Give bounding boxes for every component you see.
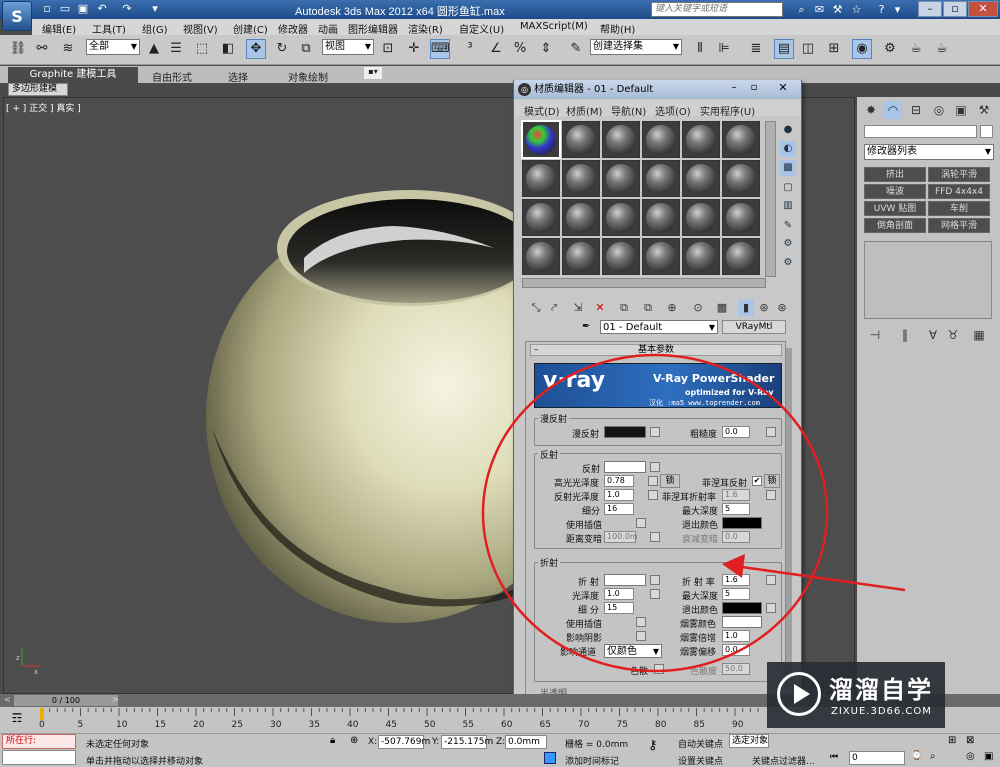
ruler-tick-label: 35 xyxy=(309,720,320,730)
x-coord-field[interactable]: -507.769m xyxy=(378,735,430,749)
ruler-tick-label: 70 xyxy=(578,720,590,730)
ruler-tick-label: 90 xyxy=(732,720,744,730)
annotation-arrow-head xyxy=(722,554,745,578)
ruler-tick-label: 0 xyxy=(39,720,45,730)
maxscript-input[interactable] xyxy=(2,750,76,765)
ruler-tick-label: 45 xyxy=(386,720,397,730)
selection-status: 未选定任何对象 xyxy=(86,740,150,750)
x-label: X: xyxy=(368,737,378,747)
y-label: Y: xyxy=(432,737,440,747)
ruler-tick-label: 85 xyxy=(694,720,705,730)
key-filters-button[interactable]: 关键点过滤器... xyxy=(752,754,815,767)
maximize-viewport-icon[interactable]: ▣ xyxy=(984,751,998,764)
ruler-tick-label: 40 xyxy=(347,720,359,730)
current-frame-marker[interactable] xyxy=(40,708,44,720)
annotation-arrow-line xyxy=(734,564,906,592)
ruler-tick-label: 55 xyxy=(463,720,474,730)
selection-lock-icon[interactable]: 🔒︎ xyxy=(330,735,342,747)
ruler-tick-label: 75 xyxy=(617,720,628,730)
ruler-tick-label: 30 xyxy=(270,720,282,730)
zoom-all-icon[interactable]: ⊠ xyxy=(966,735,980,749)
set-key-icon[interactable]: ⚷ xyxy=(648,738,668,753)
zoom-icon[interactable]: ⌕ xyxy=(930,751,942,764)
absolute-mode-icon[interactable]: ⊕ xyxy=(350,735,362,747)
time-tag-icon[interactable] xyxy=(544,752,556,764)
ruler-tick-label: 5 xyxy=(78,720,84,730)
auto-key-button[interactable]: 自动关键点 xyxy=(678,737,723,750)
prompt-line: 单击并拖动以选择并移动对象 xyxy=(86,757,204,767)
track-ruler: 0 5 10 15 20 25 30 35 40 45 50 55 60 65 70 75 80 85 90 xyxy=(39,708,759,730)
add-time-tag[interactable]: 添加时间标记 xyxy=(565,754,619,767)
mini-curve-editor-icon[interactable]: ☶ xyxy=(8,711,26,725)
current-frame-field[interactable]: 0 xyxy=(849,751,905,765)
watermark: 溜溜自学 ZIXUE.3D66.COM xyxy=(767,662,945,728)
time-prev-icon[interactable]: < xyxy=(4,695,14,706)
grid-size: 栅格 = 0.0mm xyxy=(565,740,629,750)
time-config-icon[interactable]: ⌚ xyxy=(911,751,923,764)
annotation-circle xyxy=(481,353,829,673)
ruler-tick-label: 20 xyxy=(193,720,205,730)
ruler-tick-label: 10 xyxy=(116,720,128,730)
z-coord-field[interactable]: 0.0mm xyxy=(505,735,547,749)
annotation-overlay xyxy=(481,353,906,673)
ruler-tick-label: 60 xyxy=(501,720,513,730)
time-slider-thumb[interactable]: 0 / 100 xyxy=(14,695,118,706)
ruler-tick-label: 65 xyxy=(540,720,551,730)
z-label: Z: xyxy=(496,737,506,747)
watermark-brand: 溜溜自学 xyxy=(829,676,933,704)
key-selection-dropdown[interactable]: 选定对象 xyxy=(729,734,769,748)
ruler-tick-label: 50 xyxy=(424,720,436,730)
time-next-icon[interactable]: > xyxy=(112,695,122,706)
watermark-url: ZIXUE.3D66.COM xyxy=(831,706,932,717)
orbit-icon[interactable]: ◎ xyxy=(966,751,980,764)
ruler-tick-label: 80 xyxy=(655,720,667,730)
go-to-start-icon[interactable]: ⏮ xyxy=(830,752,844,764)
ruler-tick-label: 15 xyxy=(155,720,166,730)
ruler-tick-label: 25 xyxy=(232,720,243,730)
watermark-play-icon xyxy=(777,672,821,716)
y-coord-field[interactable]: -215.175m xyxy=(441,735,493,749)
set-key-button[interactable]: 设置关键点 xyxy=(678,754,723,767)
maxscript-listener[interactable]: 所在行: xyxy=(2,734,76,749)
zoom-extents-icon[interactable]: ⊞ xyxy=(948,735,962,749)
